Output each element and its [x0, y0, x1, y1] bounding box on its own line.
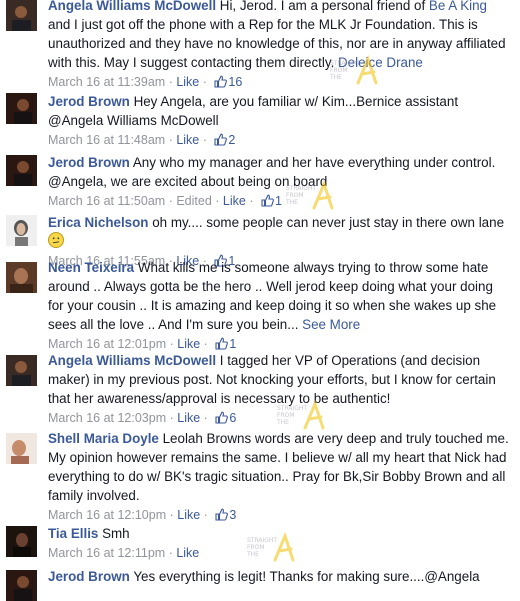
comment-meta: March 16 at 11:50am · Edited · Like · 1: [48, 194, 282, 208]
like-button[interactable]: Like: [176, 133, 199, 147]
avatar[interactable]: [6, 570, 37, 601]
like-button[interactable]: Like: [223, 194, 246, 208]
timestamp-link[interactable]: March 16 at 11:48am: [48, 133, 165, 147]
like-button[interactable]: Like: [176, 546, 199, 560]
timestamp-link[interactable]: March 16 at 12:03pm: [48, 411, 166, 425]
avatar[interactable]: [6, 215, 37, 246]
edited-label[interactable]: Edited: [176, 194, 211, 208]
comment-author[interactable]: Erica Nichelson: [48, 215, 148, 230]
avatar[interactable]: [6, 526, 37, 557]
avatar[interactable]: [6, 433, 37, 464]
confused-face-icon: [48, 232, 64, 248]
comment-text: Yes everything is legit! Thanks for maki…: [129, 569, 480, 584]
like-count[interactable]: 3: [229, 508, 236, 522]
avatar[interactable]: [6, 262, 37, 293]
like-button[interactable]: Like: [177, 337, 200, 351]
avatar[interactable]: [6, 355, 37, 386]
like-count[interactable]: 1: [229, 337, 236, 351]
like-count[interactable]: 16: [228, 75, 242, 89]
see-more-link[interactable]: See More: [302, 317, 360, 332]
like-count[interactable]: 6: [229, 411, 236, 425]
comment-author[interactable]: Tia Ellis: [48, 526, 98, 541]
comment-meta: March 16 at 11:39am · Like · 16: [48, 75, 243, 89]
comment-author[interactable]: Jerod Brown: [48, 155, 130, 170]
timestamp-link[interactable]: March 16 at 12:11pm: [48, 546, 165, 560]
comment-text: Hi, Jerod. I am a personal friend of: [216, 0, 429, 13]
avatar[interactable]: [6, 0, 37, 31]
timestamp-link[interactable]: March 16 at 11:50am: [48, 194, 165, 208]
comment-author[interactable]: Angela Williams McDowell: [48, 0, 216, 13]
thumbs-up-icon: [215, 337, 229, 350]
comment-meta: March 16 at 12:10pm · Like · 3: [48, 508, 237, 522]
like-count[interactable]: 1: [275, 194, 282, 208]
comment-text: oh my.... some people can never just sta…: [148, 215, 505, 230]
timestamp-link[interactable]: March 16 at 12:10pm: [48, 508, 166, 522]
timestamp-link[interactable]: March 16 at 11:39am: [48, 75, 165, 89]
avatar[interactable]: [6, 93, 37, 124]
like-button[interactable]: Like: [177, 411, 200, 425]
comment-author[interactable]: Jerod Brown: [48, 569, 130, 584]
timestamp-link[interactable]: March 16 at 12:01pm: [48, 337, 166, 351]
thumbs-up-icon: [261, 194, 274, 207]
mention-link[interactable]: Be A King: [429, 0, 487, 13]
comment-meta: March 16 at 12:11pm · Like: [48, 546, 200, 560]
thumbs-up-icon: [215, 508, 229, 521]
thumbs-up-icon: [214, 133, 228, 146]
thumbs-up-icon: [215, 411, 229, 424]
comment-author[interactable]: Angela Williams McDowell: [48, 353, 216, 368]
comment-text: and I just got off the phone with a Rep …: [48, 17, 506, 70]
comment-meta: March 16 at 12:03pm · Like · 6: [48, 411, 237, 425]
like-button[interactable]: Like: [177, 508, 200, 522]
comment-meta: March 16 at 11:48am · Like · 2: [48, 133, 236, 147]
comment-author[interactable]: Neen Teixeira: [48, 260, 134, 275]
like-count[interactable]: 2: [228, 133, 235, 147]
comment-author[interactable]: Shell Maria Doyle: [48, 431, 159, 446]
mention-link[interactable]: Deleice Drane: [338, 55, 423, 70]
like-button[interactable]: Like: [176, 75, 199, 89]
comment-author[interactable]: Jerod Brown: [48, 94, 130, 109]
thumbs-up-icon: [214, 75, 228, 88]
avatar[interactable]: [6, 155, 37, 186]
comment-text: Smh: [98, 526, 130, 541]
